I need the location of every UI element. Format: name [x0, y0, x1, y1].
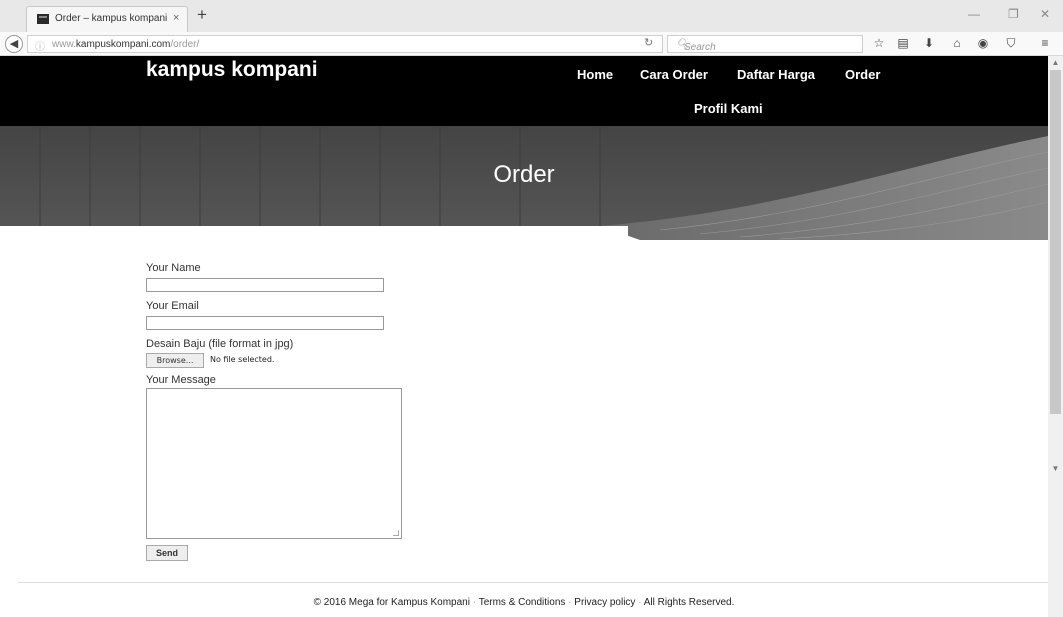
- send-button[interactable]: Send: [146, 545, 188, 561]
- site-header: kampus kompani Home Cara Order Daftar Ha…: [0, 56, 1048, 126]
- page-scrollbar[interactable]: ▲ ▼: [1048, 56, 1063, 617]
- scroll-down-icon[interactable]: ▼: [1048, 464, 1063, 473]
- page-banner: Order: [0, 126, 1048, 240]
- site-favicon-icon: [37, 14, 49, 24]
- site-logo[interactable]: kampus kompani: [146, 58, 318, 82]
- minimize-icon[interactable]: —: [968, 7, 980, 21]
- nav-cara-order[interactable]: Cara Order: [640, 67, 708, 82]
- tab-title: Order – kampus kompani: [55, 13, 168, 24]
- nav-daftar-harga[interactable]: Daftar Harga: [737, 67, 815, 82]
- reader-icon[interactable]: ▤: [896, 36, 910, 50]
- pocket-icon[interactable]: ⛉: [1004, 36, 1018, 51]
- url-bar[interactable]: ⓘ www.kampuskompani.com/order/: [27, 35, 663, 53]
- home-icon[interactable]: ⌂: [950, 36, 964, 50]
- scroll-up-icon[interactable]: ▲: [1048, 58, 1063, 67]
- page-title: Order: [493, 161, 555, 188]
- footer-privacy-link[interactable]: Privacy policy: [574, 597, 635, 608]
- window-close-icon[interactable]: ✕: [1040, 7, 1050, 21]
- scroll-thumb[interactable]: [1050, 70, 1061, 414]
- search-placeholder: 🔍︎ Search: [676, 39, 716, 53]
- download-icon[interactable]: ⬇: [922, 36, 936, 50]
- new-tab-icon[interactable]: +: [197, 5, 207, 25]
- file-status: No file selected.: [210, 355, 275, 364]
- message-textarea[interactable]: [146, 388, 402, 539]
- resize-grip-icon[interactable]: [393, 530, 399, 536]
- bookmark-star-icon[interactable]: ☆: [872, 36, 886, 50]
- nav-order[interactable]: Order: [845, 67, 880, 82]
- nav-profil-kami[interactable]: Profil Kami: [694, 101, 763, 116]
- footer-terms-link[interactable]: Terms & Conditions: [479, 597, 566, 608]
- name-label: Your Name: [146, 262, 201, 274]
- browser-tab-bar: Order – kampus kompani × + — ❐ ✕: [0, 0, 1063, 32]
- email-label: Your Email: [146, 300, 199, 312]
- back-icon[interactable]: ◀: [5, 35, 23, 53]
- url-text: www.kampuskompani.com/order/: [52, 39, 200, 50]
- browser-tab[interactable]: Order – kampus kompani ×: [26, 6, 188, 32]
- reload-icon[interactable]: ↻: [644, 36, 653, 49]
- design-label: Desain Baju (file format in jpg): [146, 338, 294, 350]
- browser-nav-bar: ◀ ⓘ www.kampuskompani.com/order/ ↻ 🔍︎ Se…: [0, 32, 1063, 56]
- message-label: Your Message: [146, 374, 216, 386]
- tab-close-icon[interactable]: ×: [173, 12, 179, 24]
- footer-divider: [18, 582, 1048, 583]
- menu-icon[interactable]: ≡: [1038, 36, 1052, 50]
- name-field[interactable]: [146, 278, 384, 292]
- browse-button[interactable]: Browse...: [146, 353, 204, 368]
- footer-copyright: © 2016 Mega for Kampus Kompani: [313, 597, 470, 608]
- search-input[interactable]: 🔍︎ Search: [667, 35, 863, 53]
- sync-icon[interactable]: ◉: [976, 36, 990, 50]
- email-field[interactable]: [146, 316, 384, 330]
- info-icon[interactable]: ⓘ: [35, 38, 45, 53]
- site-footer: © 2016 Mega for Kampus Kompani · Terms &…: [0, 597, 1048, 608]
- restore-icon[interactable]: ❐: [1008, 7, 1019, 21]
- footer-rights: All Rights Reserved.: [643, 597, 735, 608]
- nav-home[interactable]: Home: [577, 67, 613, 82]
